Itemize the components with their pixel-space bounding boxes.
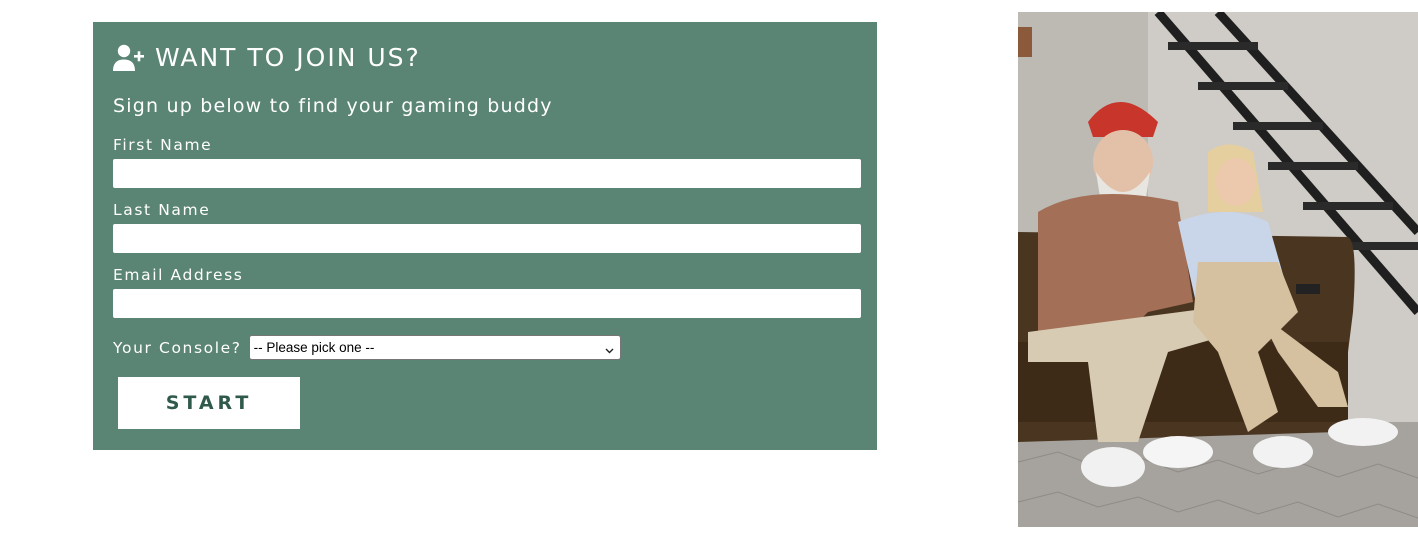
console-label: Your Console? bbox=[113, 338, 242, 357]
console-select[interactable]: -- Please pick one -- bbox=[248, 335, 621, 360]
user-plus-icon bbox=[113, 44, 145, 72]
last-name-field[interactable] bbox=[113, 224, 861, 253]
console-row: Your Console? -- Please pick one -- bbox=[113, 335, 621, 360]
first-name-label: First Name bbox=[113, 136, 213, 154]
gamers-photo bbox=[1018, 12, 1418, 527]
last-name-label: Last Name bbox=[113, 201, 211, 219]
form-heading: WANT TO JOIN US? bbox=[113, 44, 421, 72]
first-name-field[interactable] bbox=[113, 159, 861, 188]
signup-form-panel: WANT TO JOIN US? Sign up below to find y… bbox=[93, 22, 877, 450]
email-label: Email Address bbox=[113, 266, 244, 284]
form-title: WANT TO JOIN US? bbox=[155, 43, 421, 72]
console-select-value: -- Please pick one -- bbox=[253, 340, 375, 355]
start-button[interactable]: START bbox=[118, 377, 300, 429]
chevron-down-icon bbox=[605, 343, 614, 354]
form-subtitle: Sign up below to find your gaming buddy bbox=[113, 95, 553, 117]
email-field[interactable] bbox=[113, 289, 861, 318]
